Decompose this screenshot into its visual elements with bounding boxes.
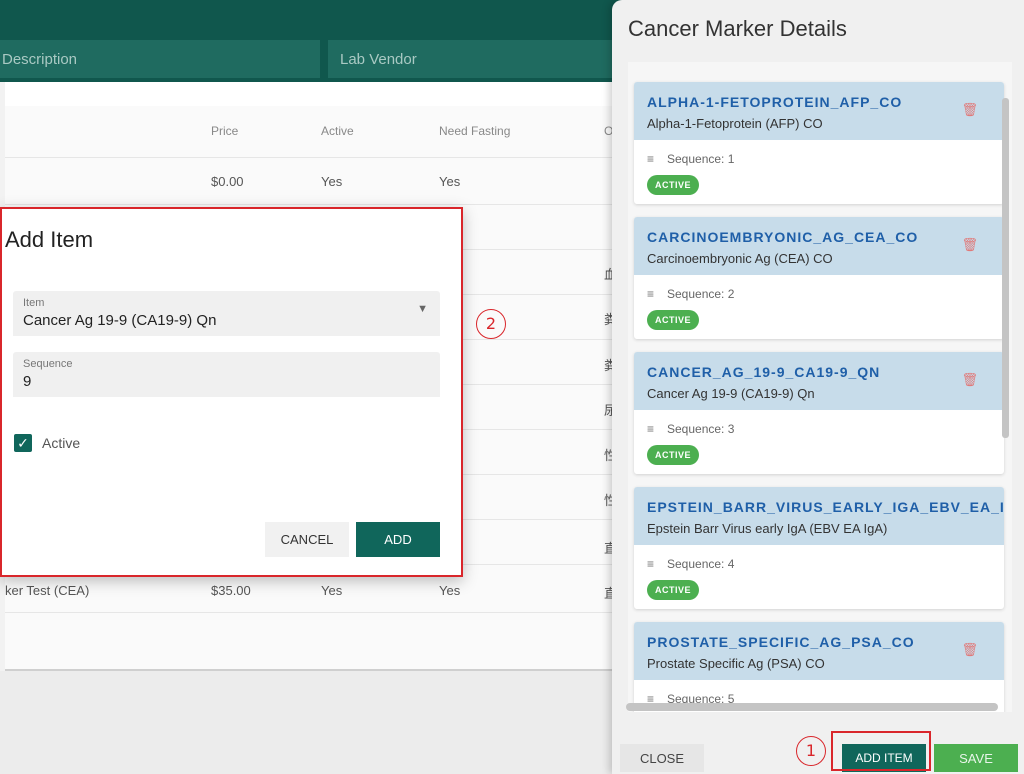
checkbox-checked-icon[interactable]: ✓ bbox=[14, 434, 32, 452]
row-2-active: Yes bbox=[321, 583, 343, 598]
marker-name: Prostate Specific Ag (PSA) CO bbox=[647, 656, 825, 671]
trash-icon[interactable]: 🗑 bbox=[961, 102, 978, 118]
marker-card-header bbox=[634, 622, 1004, 680]
save-button[interactable]: SAVE bbox=[934, 744, 1018, 772]
marker-card[interactable]: CANCER_AG_19-9_CA19-9_QN Cancer Ag 19-9 … bbox=[634, 352, 1004, 474]
status-badge: ACTIVE bbox=[647, 310, 700, 330]
sequence-lines-icon: ≡ bbox=[647, 422, 655, 436]
caret-down-icon[interactable]: ▼ bbox=[417, 303, 428, 315]
marker-code: CANCER_AG_19-9_CA19-9_QN bbox=[647, 364, 881, 380]
add-button[interactable]: ADD bbox=[356, 522, 440, 557]
marker-code: CARCINOEMBRYONIC_AG_CEA_CO bbox=[647, 229, 919, 245]
marker-code: PROSTATE_SPECIFIC_AG_PSA_CO bbox=[647, 634, 915, 650]
annotation-step-2: 2 bbox=[476, 309, 506, 339]
dialog-title: Add Item bbox=[5, 227, 94, 252]
marker-card-header bbox=[634, 217, 1004, 275]
col-header-need-fasting: Need Fasting bbox=[439, 124, 511, 138]
item-select-label: Item bbox=[23, 297, 45, 309]
horizontal-scrollbar[interactable] bbox=[626, 703, 998, 711]
marker-card[interactable]: PROSTATE_SPECIFIC_AG_PSA_CO Prostate Spe… bbox=[634, 622, 1004, 712]
status-badge: ACTIVE bbox=[647, 175, 700, 195]
sequence-field-label: Sequence bbox=[23, 358, 73, 370]
col-header-active: Active bbox=[321, 124, 354, 138]
cancel-button[interactable]: CANCEL bbox=[265, 522, 349, 557]
lab-vendor-search-field[interactable]: Lab Vendor bbox=[328, 40, 618, 78]
row-divider bbox=[5, 157, 615, 158]
marker-card[interactable]: CARCINOEMBRYONIC_AG_CEA_CO Carcinoembryo… bbox=[634, 217, 1004, 339]
row-1-price: $0.00 bbox=[211, 174, 244, 189]
marker-card[interactable]: ALPHA-1-FETOPROTEIN_AFP_CO Alpha-1-Fetop… bbox=[634, 82, 1004, 204]
panel-title: Cancer Marker Details bbox=[628, 16, 847, 41]
marker-sequence: Sequence: 1 bbox=[667, 152, 735, 166]
trash-icon[interactable]: 🗑 bbox=[961, 237, 978, 253]
row-divider bbox=[5, 204, 615, 205]
marker-name: Cancer Ag 19-9 (CA19-9) Qn bbox=[647, 386, 815, 401]
row-1-active: Yes bbox=[321, 174, 343, 189]
item-select[interactable]: Item Cancer Ag 19-9 (CA19-9) Qn ▼ bbox=[13, 291, 440, 336]
marker-card-header bbox=[634, 352, 1004, 410]
marker-list[interactable]: ALPHA-1-FETOPROTEIN_AFP_CO Alpha-1-Fetop… bbox=[628, 62, 1012, 712]
row-1-fasting: Yes bbox=[439, 174, 461, 189]
annotation-highlight-box bbox=[831, 731, 931, 771]
marker-name: Carcinoembryonic Ag (CEA) CO bbox=[647, 251, 833, 266]
item-select-value: Cancer Ag 19-9 (CA19-9) Qn bbox=[23, 312, 217, 329]
row-divider bbox=[5, 612, 615, 613]
sequence-field-value[interactable]: 9 bbox=[23, 373, 31, 390]
sequence-field[interactable]: Sequence 9 bbox=[13, 352, 440, 397]
status-badge: ACTIVE bbox=[647, 445, 700, 465]
cancer-marker-details-panel: Cancer Marker Details ALPHA-1-FETOPROTEI… bbox=[612, 0, 1024, 774]
col-header-price: Price bbox=[211, 124, 239, 138]
description-search-field[interactable]: Description bbox=[0, 40, 320, 78]
row-2-fasting: Yes bbox=[439, 583, 461, 598]
marker-code: ALPHA-1-FETOPROTEIN_AFP_CO bbox=[647, 94, 903, 110]
marker-name: Epstein Barr Virus early IgA (EBV EA IgA… bbox=[647, 521, 888, 536]
trash-icon[interactable]: 🗑 bbox=[961, 642, 978, 658]
annotation-step-1: 1 bbox=[796, 736, 826, 766]
close-button[interactable]: CLOSE bbox=[620, 744, 704, 772]
sequence-lines-icon: ≡ bbox=[647, 557, 655, 571]
marker-code: EPSTEIN_BARR_VIRUS_EARLY_IGA_EBV_EA_IG bbox=[647, 499, 1004, 515]
trash-icon[interactable]: 🗑 bbox=[961, 372, 978, 388]
marker-sequence: Sequence: 3 bbox=[667, 422, 735, 436]
sequence-lines-icon: ≡ bbox=[647, 287, 655, 301]
marker-card-header bbox=[634, 487, 1004, 545]
vertical-scrollbar[interactable] bbox=[1002, 98, 1009, 438]
add-item-dialog: Add Item Item Cancer Ag 19-9 (CA19-9) Qn… bbox=[0, 207, 463, 577]
active-checkbox-label[interactable]: Active bbox=[42, 435, 80, 451]
status-badge: ACTIVE bbox=[647, 580, 700, 600]
sequence-lines-icon: ≡ bbox=[647, 152, 655, 166]
row-2-name: ker Test (CEA) bbox=[5, 583, 90, 598]
marker-sequence: Sequence: 2 bbox=[667, 287, 735, 301]
row-2-price: $35.00 bbox=[211, 583, 251, 598]
marker-name: Alpha-1-Fetoprotein (AFP) CO bbox=[647, 116, 823, 131]
marker-card[interactable]: EPSTEIN_BARR_VIRUS_EARLY_IGA_EBV_EA_IG E… bbox=[634, 487, 1004, 609]
page-footer bbox=[0, 671, 615, 774]
marker-card-header bbox=[634, 82, 1004, 140]
marker-sequence: Sequence: 4 bbox=[667, 557, 735, 571]
